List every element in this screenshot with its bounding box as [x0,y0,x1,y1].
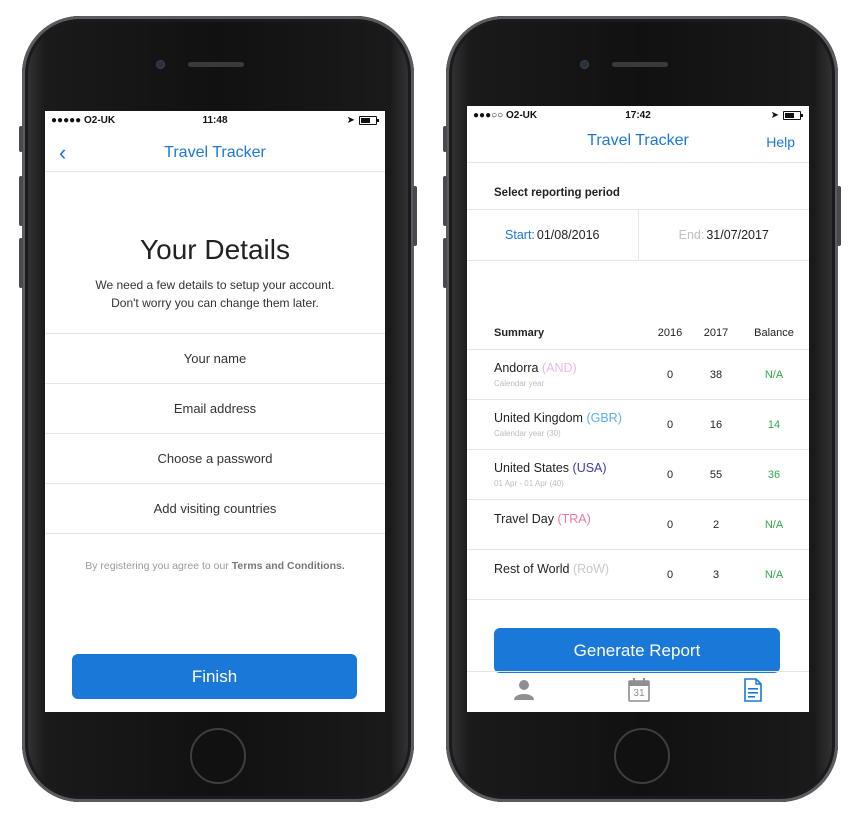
summary-header: Summary 2016 2017 Balance [467,323,809,350]
terms-text: By registering you agree to our Terms an… [85,560,345,572]
volume-down-button [19,238,23,288]
mute-switch [19,126,23,152]
reporting-period: Start: 01/08/2016 End: 31/07/2017 [467,209,809,261]
volume-up-button [443,176,447,226]
volume-down-button [443,238,447,288]
front-camera [580,60,589,69]
power-button [413,186,417,246]
table-row[interactable]: United Kingdom (GBR) Calendar year (30) … [467,400,809,450]
speaker-grille [188,62,244,67]
location-icon: ➤ [346,115,355,126]
summary-table: Andorra (AND) Calendar year 0 38 N/A Uni… [467,350,809,600]
clock: 11:48 [202,115,228,126]
name-field[interactable]: Your name [45,333,385,383]
power-button [837,186,841,246]
status-bar: ●●●●● O2-UK 11:48 ➤ [45,111,385,131]
home-button [614,728,670,784]
table-row[interactable]: Travel Day (TRA) 0 2 N/A [467,500,809,550]
table-row[interactable]: Andorra (AND) Calendar year 0 38 N/A [467,350,809,400]
details-form: Your name Email address Choose a passwor… [45,333,385,534]
screen-summary-report: ●●●○○ O2-UK 17:42 ➤ Travel Tracker Help … [467,106,809,712]
reporting-period-label: Select reporting period [494,187,620,199]
status-bar: ●●●○○ O2-UK 17:42 ➤ [467,106,809,126]
screen-your-details: ●●●●● O2-UK 11:48 ➤ ‹ Travel Tracker You… [45,111,385,712]
person-icon [514,679,535,700]
generate-report-button[interactable]: Generate Report [494,628,780,673]
report-icon [743,677,762,702]
phone-left: ●●●●● O2-UK 11:48 ➤ ‹ Travel Tracker You… [19,16,417,802]
tab-calendar[interactable]: 31 [628,677,650,707]
start-date-picker[interactable]: Start: 01/08/2016 [467,210,639,260]
end-value: 31/07/2017 [706,228,769,242]
nav-bar: Travel Tracker Help [467,126,809,163]
password-field[interactable]: Choose a password [45,433,385,483]
speaker-grille [612,62,668,67]
tab-profile[interactable] [513,679,535,706]
help-link[interactable]: Help [766,134,795,150]
visiting-countries-field[interactable]: Add visiting countries [45,483,385,534]
nav-bar: ‹ Travel Tracker [45,131,385,172]
nav-title: Travel Tracker [587,132,689,149]
calendar-day: 31 [633,687,645,699]
volume-up-button [19,176,23,226]
tab-bar: 31 [467,671,809,712]
end-date-picker[interactable]: End: 31/07/2017 [639,210,810,260]
location-icon: ➤ [770,110,779,121]
table-row[interactable]: Rest of World (RoW) 0 3 N/A [467,550,809,600]
home-button [190,728,246,784]
end-label: End: [678,228,705,242]
battery-icon [783,111,803,120]
tab-report[interactable] [743,677,763,707]
page-title: Your Details [140,234,290,265]
table-row[interactable]: United States (USA) 01 Apr - 01 Apr (40)… [467,450,809,500]
finish-button[interactable]: Finish [72,654,357,699]
start-label: Start: [505,228,535,242]
front-camera [156,60,165,69]
battery-icon [359,116,379,125]
start-value: 01/08/2016 [536,228,600,242]
nav-title: Travel Tracker [164,144,266,161]
page-subtitle: We need a few details to setup your acco… [95,278,335,310]
phone-right: ●●●○○ O2-UK 17:42 ➤ Travel Tracker Help … [443,16,841,802]
email-field[interactable]: Email address [45,383,385,433]
clock: 17:42 [625,110,651,121]
mute-switch [443,126,447,152]
terms-link[interactable]: Terms and Conditions. [232,560,345,572]
